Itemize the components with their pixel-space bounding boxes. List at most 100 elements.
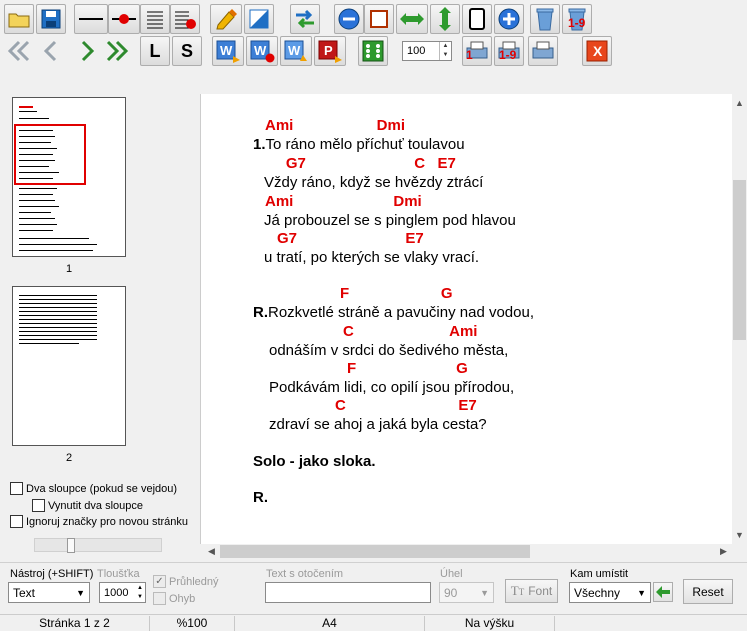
delete-numbers-button[interactable]: 1-9 (562, 4, 592, 34)
open-folder-button[interactable] (4, 4, 34, 34)
page-button[interactable] (462, 4, 492, 34)
apply-place-button[interactable] (653, 582, 673, 602)
triangle-fill-icon (249, 9, 269, 29)
rectangle-button[interactable] (364, 4, 394, 34)
chorus-repeat: R. (253, 489, 268, 506)
word-export-alt-button[interactable]: W (280, 36, 312, 66)
verse-number: 1. (253, 136, 266, 153)
font-button[interactable]: TT Font (505, 579, 558, 603)
checkbox-box[interactable] (153, 592, 166, 605)
checkbox-box[interactable] (10, 482, 23, 495)
dice-button[interactable] (358, 36, 388, 66)
scroll-up-icon[interactable]: ▲ (735, 98, 744, 108)
vertical-scrollbar[interactable]: ▲ ▼ (732, 94, 747, 544)
checkbox-box[interactable] (10, 515, 23, 528)
zoom-out-button[interactable] (334, 4, 364, 34)
place-select[interactable]: Všechny ▼ (569, 582, 651, 603)
font-label: Font (528, 584, 553, 598)
font-size-icon: TT (510, 583, 525, 598)
spinner-arrows-icon[interactable]: ▲ ▼ (135, 584, 145, 602)
horizontal-scrollbar[interactable]: ◀ ▶ (200, 544, 732, 559)
reset-button[interactable]: Reset (683, 579, 733, 604)
force-two-columns-label: Vynutit dva sloupce (48, 499, 143, 512)
fit-height-button[interactable] (430, 4, 460, 34)
letter-l-label: L (149, 40, 161, 61)
viewport-indicator[interactable] (14, 124, 86, 185)
horizontal-scroll-thumb[interactable] (220, 545, 530, 558)
save-button[interactable] (36, 4, 66, 34)
lyric-line: odnáším v srdci do šedivého města, (269, 342, 509, 359)
thumbnail-size-slider[interactable] (34, 538, 162, 553)
place-label: Kam umístit (570, 568, 629, 580)
floppy-disk-icon (41, 9, 61, 29)
zoom-in-button[interactable] (494, 4, 524, 34)
angle-label: Úhel (440, 568, 463, 580)
close-button[interactable]: X (582, 36, 612, 66)
fill-shape-button[interactable] (244, 4, 274, 34)
word-document-icon: W (216, 40, 240, 63)
page-thumbnails-panel: 1 2 Dva sloupce (pokud se vejdou) Vynuti… (0, 94, 200, 560)
word-export-button[interactable]: W (212, 36, 244, 66)
letter-l-button[interactable]: L (140, 36, 170, 66)
swap-button[interactable] (290, 4, 320, 34)
previous-page-button[interactable] (36, 36, 66, 66)
scroll-right-icon[interactable]: ▶ (720, 546, 727, 557)
page-outline-icon (469, 8, 485, 30)
transparent-label: Průhledný (169, 575, 219, 588)
word-document-dot-icon: W (250, 40, 275, 63)
letter-s-button[interactable]: S (172, 36, 202, 66)
multi-line-button[interactable] (140, 4, 170, 34)
delete-button[interactable] (530, 4, 560, 34)
scroll-left-icon[interactable]: ◀ (208, 546, 215, 557)
chord-line: C Ami (343, 323, 478, 340)
thickness-spinner[interactable]: 1000 ▲ ▼ (99, 582, 146, 603)
chevron-down-icon: ▼ (480, 587, 489, 598)
rectangle-icon (370, 10, 388, 28)
two-columns-label: Dva sloupce (pokud se vejdou) (26, 482, 178, 495)
horizontal-arrows-icon (400, 13, 424, 25)
print-page-button[interactable]: 1 (462, 36, 492, 66)
two-columns-checkbox[interactable]: Dva sloupce (pokud se vejdou) (10, 482, 177, 495)
fit-width-button[interactable] (396, 4, 428, 34)
draw-line-button[interactable] (74, 4, 108, 34)
chord-line: Ami Dmi (265, 193, 422, 210)
rotated-text-input[interactable] (265, 582, 431, 603)
first-page-button[interactable] (4, 36, 34, 66)
next-page-button[interactable] (72, 36, 102, 66)
transparent-checkbox[interactable]: ✓ Průhledný (153, 575, 219, 588)
solo-heading: Solo - jako sloka. (253, 453, 376, 470)
scroll-down-icon[interactable]: ▼ (735, 530, 744, 540)
letter-s-label: S (180, 40, 193, 61)
angle-select[interactable]: 90 ▼ (439, 582, 494, 603)
bend-checkbox[interactable]: Ohyb (153, 592, 195, 605)
checkbox-box[interactable] (32, 499, 45, 512)
page-thumbnail-2[interactable] (12, 286, 126, 446)
page-thumbnail-1[interactable] (12, 97, 126, 257)
chord-line: Ami Dmi (265, 117, 406, 134)
status-bar: Stránka 1 z 2 %100 A4 Na výšku (0, 614, 747, 631)
tool-select[interactable]: Text ▼ (8, 582, 90, 603)
word-export-dot-button[interactable]: W (246, 36, 278, 66)
page-number-1: 1 (65, 263, 73, 275)
zoom-spinner[interactable]: 100 ▲ ▼ (402, 41, 452, 61)
draw-line-dot-button[interactable] (108, 4, 140, 34)
print-range-button[interactable]: 1-9 (494, 36, 524, 66)
chord-line: G7 C E7 (265, 155, 456, 172)
checkbox-checked[interactable]: ✓ (153, 575, 166, 588)
highlighter-button[interactable] (210, 4, 242, 34)
slider-thumb[interactable] (67, 538, 75, 553)
double-chevron-left-icon (7, 40, 30, 62)
vertical-scroll-thumb[interactable] (733, 180, 746, 340)
folder-icon (8, 13, 30, 28)
multi-line-dot-button[interactable] (170, 4, 200, 34)
dice-icon (362, 40, 384, 62)
bend-label: Ohyb (169, 592, 196, 605)
pdf-export-button[interactable]: P (314, 36, 346, 66)
spinner-arrows-icon[interactable]: ▲ ▼ (439, 42, 451, 60)
ignore-page-marks-checkbox[interactable]: Ignoruj značky pro novou stránku (10, 515, 188, 528)
lines-icon (147, 11, 163, 29)
force-two-columns-checkbox[interactable]: Vynutit dva sloupce (32, 499, 143, 512)
panel-divider[interactable] (200, 94, 208, 544)
print-all-button[interactable] (528, 36, 558, 66)
last-page-button[interactable] (102, 36, 132, 66)
